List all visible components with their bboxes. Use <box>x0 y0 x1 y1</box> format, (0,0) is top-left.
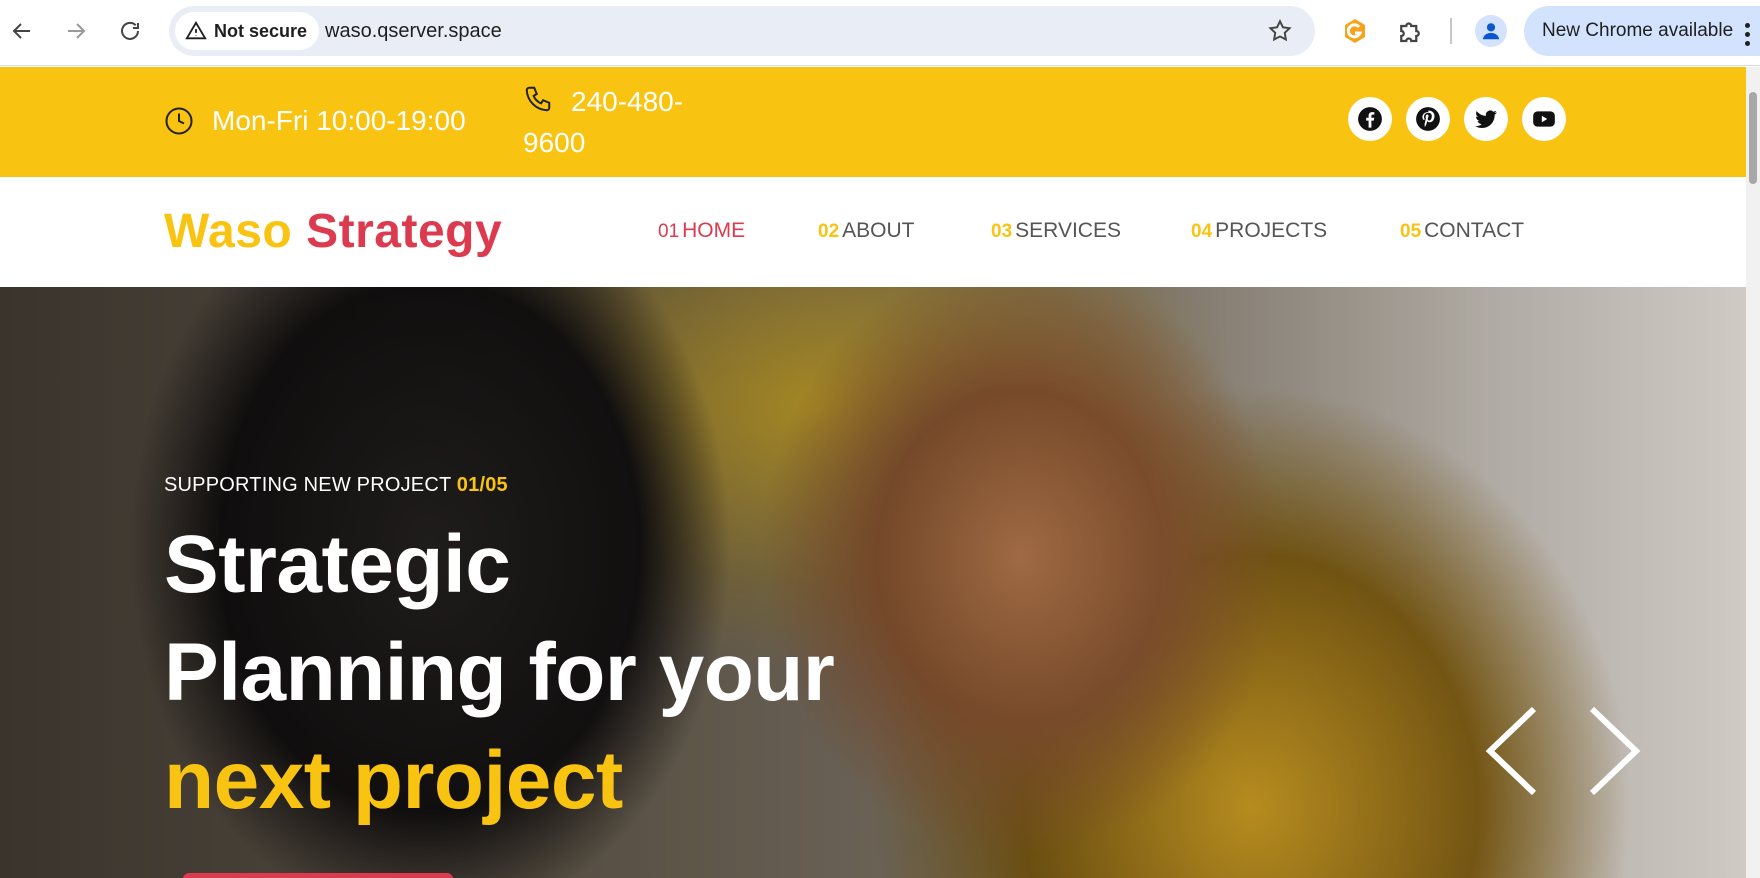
arrow-left-icon <box>12 23 30 39</box>
back-button[interactable] <box>2 13 42 49</box>
nav-item-home[interactable]: 01 HOME <box>658 219 818 243</box>
social-links <box>1348 97 1566 141</box>
site-logo[interactable]: Waso Strategy <box>164 204 502 259</box>
chrome-update-button[interactable]: New Chrome available <box>1524 6 1760 56</box>
nav-number: 03 <box>991 221 1013 242</box>
phone-contact[interactable]: 240-480-9600 <box>523 81 723 163</box>
business-hours: Mon-Fri 10:00-19:00 <box>164 105 466 137</box>
bookmark-star-icon[interactable] <box>1267 18 1293 44</box>
slide-counter: 01/05 <box>456 474 508 496</box>
hero-headline: Strategic Planning for your next project <box>164 511 835 835</box>
youtube-link[interactable] <box>1522 97 1566 141</box>
phone-icon <box>525 86 551 112</box>
reload-icon <box>121 21 139 40</box>
nav-item-about[interactable]: 02 ABOUT <box>818 219 991 243</box>
logo-first-word: Waso <box>164 205 293 258</box>
page-viewport: Mon-Fri 10:00-19:00 240-480-9600 Waso St… <box>0 67 1746 878</box>
nav-label: ABOUT <box>842 219 915 242</box>
nav-item-projects[interactable]: 04 PROJECTS <box>1191 219 1400 243</box>
clock-icon <box>165 107 193 135</box>
update-label: New Chrome available <box>1542 20 1734 41</box>
top-info-bar: Mon-Fri 10:00-19:00 240-480-9600 <box>0 67 1746 177</box>
nav-item-services[interactable]: 03 SERVICES <box>991 219 1191 243</box>
hero-kicker: SUPPORTING NEW PROJECT 01/05 <box>164 474 834 497</box>
slider-arrows <box>1482 705 1644 797</box>
youtube-icon <box>1533 111 1555 127</box>
browser-toolbar: Not secure waso.qserver.space New Chrome… <box>0 0 1760 66</box>
more-menu-icon[interactable] <box>1745 23 1750 46</box>
hours-text: Mon-Fri 10:00-19:00 <box>212 105 466 136</box>
forward-button[interactable] <box>56 13 96 49</box>
logo-second-word: Strategy <box>306 205 503 258</box>
nav-number: 01 <box>658 221 680 242</box>
nav-number: 04 <box>1191 221 1213 242</box>
twitter-link[interactable] <box>1464 97 1508 141</box>
nav-label: CONTACT <box>1424 219 1525 242</box>
reload-button[interactable] <box>110 13 150 49</box>
hero-slider: SUPPORTING NEW PROJECT 01/05 Strategic P… <box>0 287 1746 878</box>
toolbar-separator <box>1450 18 1452 44</box>
kicker-text: SUPPORTING NEW PROJECT <box>164 474 452 496</box>
main-navigation: 01 HOME 02 ABOUT 03 SERVICES 04 PROJECTS 05 C… <box>658 219 1550 243</box>
nav-item-contact[interactable]: 05 CONTACT <box>1400 219 1550 243</box>
nav-label: SERVICES <box>1015 219 1121 242</box>
headline-line-2: Planning for your <box>164 627 835 718</box>
nav-number: 02 <box>818 221 840 242</box>
hero-cta-button[interactable] <box>183 873 453 878</box>
chevron-right-icon[interactable] <box>1584 705 1644 797</box>
twitter-icon <box>1475 110 1497 128</box>
extension-g-icon[interactable] <box>1340 16 1370 46</box>
headline-line-1: Strategic <box>164 519 511 610</box>
nav-label: PROJECTS <box>1215 219 1328 242</box>
pinterest-link[interactable] <box>1406 97 1450 141</box>
headline-highlight: next project <box>164 735 623 826</box>
scrollbar-thumb[interactable] <box>1749 92 1757 184</box>
arrow-right-icon <box>68 23 86 39</box>
facebook-link[interactable] <box>1348 97 1392 141</box>
warning-icon <box>185 20 207 40</box>
url-text[interactable]: waso.qserver.space <box>325 6 502 56</box>
pinterest-icon <box>1416 107 1440 131</box>
page-scrollbar[interactable] <box>1746 67 1760 878</box>
nav-label: HOME <box>682 219 746 242</box>
facebook-icon <box>1358 107 1382 131</box>
extensions-puzzle-icon[interactable] <box>1395 16 1425 46</box>
hero-content: SUPPORTING NEW PROJECT 01/05 Strategic P… <box>164 474 835 835</box>
nav-number: 05 <box>1400 221 1422 242</box>
security-indicator[interactable]: Not secure <box>175 12 320 50</box>
chevron-left-icon[interactable] <box>1482 705 1542 797</box>
site-header: Waso Strategy 01 HOME 02 ABOUT 03 SERVICES … <box>0 177 1746 287</box>
security-label: Not secure <box>214 20 308 41</box>
profile-avatar[interactable] <box>1475 15 1507 47</box>
address-bar[interactable]: Not secure waso.qserver.space <box>169 6 1315 56</box>
person-icon <box>1482 23 1500 40</box>
